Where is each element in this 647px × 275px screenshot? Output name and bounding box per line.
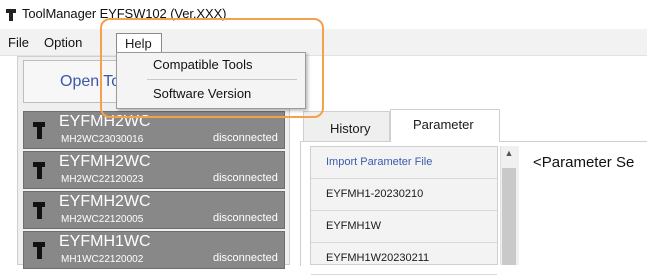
- drill-icon: [33, 122, 45, 139]
- tool-serial: MH2WC22120005: [61, 214, 144, 225]
- import-parameter-file-item[interactable]: Import Parameter File: [311, 147, 497, 179]
- tool-name: EYFMH2WC: [59, 153, 151, 170]
- menu-file[interactable]: File: [8, 35, 29, 50]
- list-item[interactable]: EYFMH1-20230210: [311, 179, 497, 211]
- menu-option[interactable]: Option: [44, 35, 82, 50]
- tool-status: disconnected: [213, 212, 278, 224]
- tool-serial: MH2WC22120023: [61, 174, 144, 185]
- tab-history-label: History: [330, 121, 371, 136]
- list-item-label: EYFMH1W20230211: [326, 252, 430, 264]
- list-item-label: Import Parameter File: [326, 156, 433, 168]
- tool-card[interactable]: EYFMH2WC MH2WC22120023 disconnected: [23, 151, 285, 189]
- tool-name: EYFMH2WC: [59, 193, 151, 210]
- parameter-settings-heading: <Parameter Se: [533, 154, 635, 171]
- tool-card[interactable]: EYFMH2WC MH2WC22120005 disconnected: [23, 191, 285, 229]
- drill-icon: [33, 242, 45, 259]
- scroll-up-icon[interactable]: ▲: [502, 148, 516, 160]
- tool-status: disconnected: [213, 132, 278, 144]
- drill-icon: [33, 162, 45, 179]
- app-icon: [6, 9, 16, 21]
- list-item[interactable]: EYFMH1W20230211: [311, 243, 497, 275]
- tool-status: disconnected: [213, 252, 278, 264]
- list-item[interactable]: EYFMH1W: [311, 211, 497, 243]
- tool-card[interactable]: EYFMH1WC MH1WC22120002 disconnected: [23, 231, 285, 269]
- drill-icon: [33, 202, 45, 219]
- scroll-thumb[interactable]: [502, 168, 516, 265]
- tool-status: disconnected: [213, 172, 278, 184]
- highlight-callout: [100, 18, 324, 118]
- tab-parameter-label: Parameter: [413, 117, 474, 132]
- list-item-label: EYFMH1W: [326, 220, 381, 232]
- tool-serial: MH1WC22120002: [61, 254, 144, 265]
- tool-name: EYFMH1WC: [59, 233, 151, 250]
- list-item-label: EYFMH1-20230210: [326, 188, 424, 200]
- tool-serial: MH2WC23030016: [61, 134, 144, 145]
- parameter-file-list: Import Parameter File EYFMH1-20230210 EY…: [310, 146, 498, 275]
- tab-parameter[interactable]: Parameter: [390, 109, 500, 142]
